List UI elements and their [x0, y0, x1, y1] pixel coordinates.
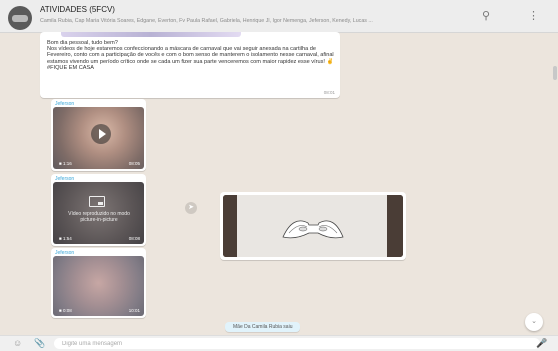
video-message[interactable]: Jeferson ■ 0:08 10:01 [51, 248, 146, 318]
picture-in-picture-icon [89, 196, 105, 207]
message-image-strip [61, 32, 241, 37]
video-thumbnail[interactable]: ■ 0:08 10:01 [53, 256, 144, 316]
video-thumbnail[interactable]: Vídeo reproduzido no modo picture-in-pic… [53, 182, 144, 244]
chat-window: ATIVIDADES (5FCV) Camila Rubia, Cap Mari… [0, 0, 558, 351]
microphone-icon[interactable]: 🎤 [536, 338, 547, 349]
video-time: 08:05 [128, 161, 140, 166]
video-duration: ■ 1:16 [59, 161, 72, 166]
image-message[interactable] [220, 192, 406, 260]
scrollbar-thumb[interactable] [553, 66, 557, 80]
attach-icon[interactable]: 📎 [34, 338, 45, 349]
message-composer: ☺ 📎 🎤 [0, 335, 558, 351]
scroll-down-button[interactable]: ⌄ [525, 313, 543, 331]
message-text: Bom dia pessoal, tudo bem? Nos vídeos de… [47, 40, 334, 71]
forward-icon[interactable]: ➤ [185, 202, 197, 214]
mask-photo[interactable] [223, 195, 403, 257]
video-time: 08:08 [128, 236, 140, 241]
video-message[interactable]: Jeferson ■ 1:16 08:05 [51, 99, 146, 171]
scrollbar[interactable] [553, 34, 557, 329]
group-avatar[interactable] [8, 6, 32, 30]
video-time: 10:01 [128, 308, 140, 313]
search-icon[interactable]: ⚲ [482, 9, 490, 22]
video-thumbnail[interactable]: ■ 1:16 08:05 [53, 107, 144, 169]
menu-icon[interactable]: ⋮ [528, 9, 539, 22]
group-members[interactable]: Camila Rubia, Cap Maria Vitória Soares, … [40, 18, 460, 24]
message-time: 08:01 [323, 90, 335, 95]
group-title[interactable]: ATIVIDADES (5FCV) [40, 5, 115, 14]
video-duration: ■ 1:54 [59, 236, 72, 241]
pip-message: Vídeo reproduzido no modo picture-in-pic… [68, 211, 130, 223]
photo-content [223, 195, 403, 257]
message-input[interactable] [54, 338, 540, 349]
play-icon[interactable] [91, 124, 111, 144]
chat-header[interactable]: ATIVIDADES (5FCV) Camila Rubia, Cap Mari… [0, 0, 558, 33]
video-duration: ■ 0:08 [59, 308, 72, 313]
emoji-icon[interactable]: ☺ [13, 338, 22, 348]
video-message[interactable]: Jeferson Vídeo reproduzido no modo pictu… [51, 174, 146, 246]
text-message[interactable]: Bom dia pessoal, tudo bem? Nos vídeos de… [40, 32, 340, 98]
system-notice: Mãe Da Camila Rubia saiu [225, 322, 301, 332]
